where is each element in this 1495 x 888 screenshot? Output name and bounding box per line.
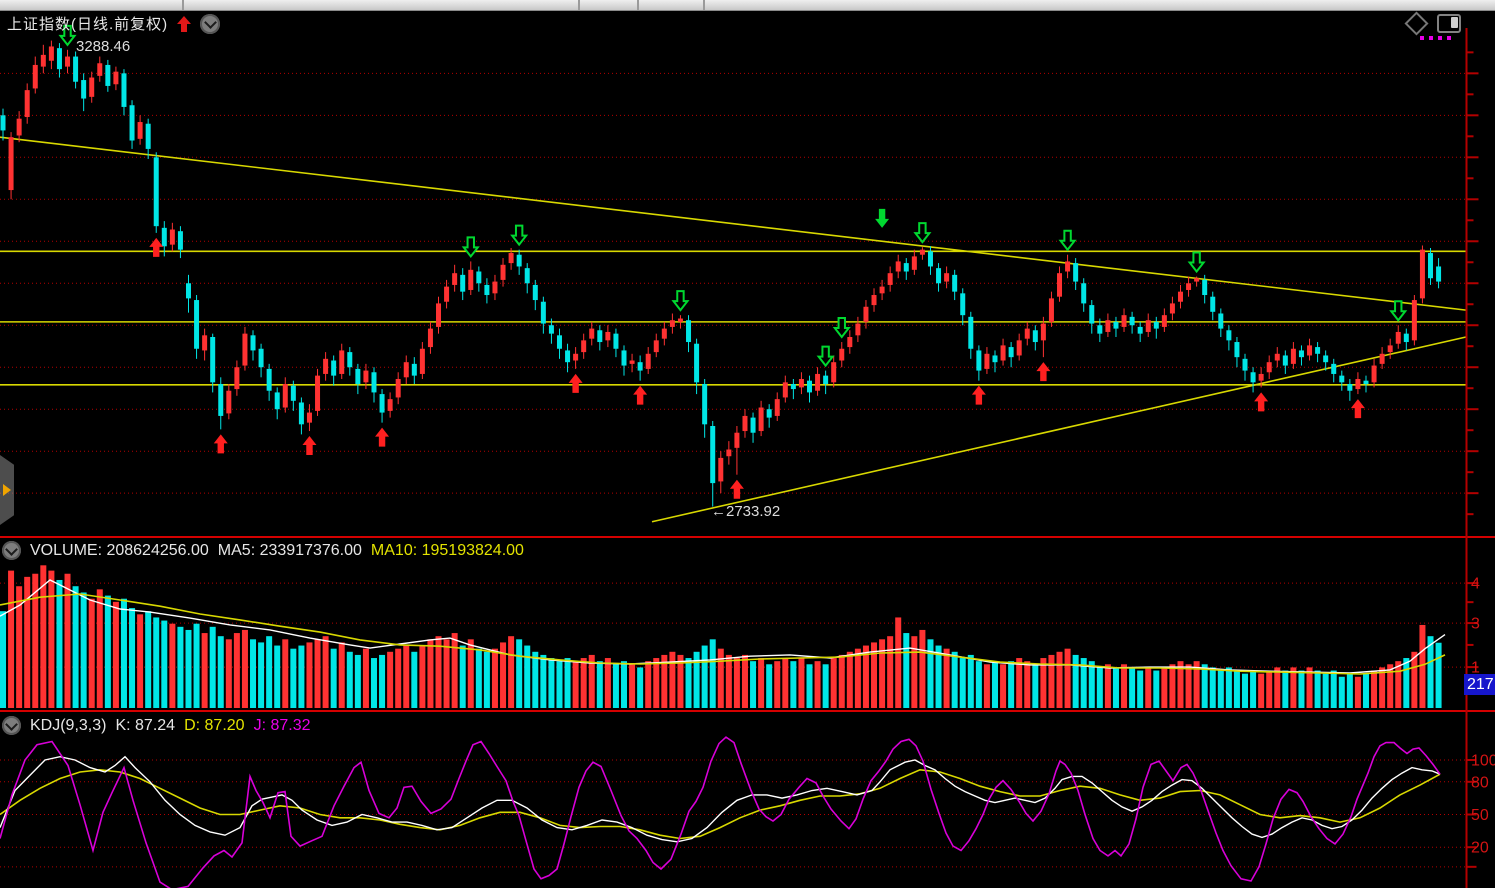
svg-text:50: 50 bbox=[1471, 807, 1489, 824]
collapse-main-pane-button[interactable] bbox=[200, 14, 220, 34]
kdj-k-label: K: 87.24 bbox=[115, 717, 175, 735]
svg-text:80: 80 bbox=[1471, 774, 1489, 791]
page-title: 上证指数(日线.前复权) bbox=[7, 13, 168, 34]
indicator-dots bbox=[1420, 36, 1451, 40]
chevron-down-icon bbox=[5, 543, 18, 556]
chart-canvas[interactable]: 431100805020 bbox=[0, 0, 1495, 888]
high-price-label: 3288.46 bbox=[76, 38, 130, 55]
kdj-pane-header: KDJ(9,3,3) K: 87.24 D: 87.20 J: 87.32 bbox=[2, 716, 311, 735]
kdj-j-label: J: 87.32 bbox=[254, 717, 311, 735]
volume-pane-header: VOLUME: 208624256.00 MA5: 233917376.00 M… bbox=[2, 541, 524, 560]
kdj-d-label: D: 87.20 bbox=[184, 717, 244, 735]
low-price-label: ←2733.92 bbox=[711, 503, 780, 520]
pane-corner-icons bbox=[1408, 14, 1461, 33]
volume-ma10-label: MA10: 195193824.00 bbox=[371, 542, 524, 560]
volume-value-label: VOLUME: 208624256.00 bbox=[30, 542, 209, 560]
chart-app: 431100805020 上证指数(日线.前复权) 3288.46 ←2733.… bbox=[0, 0, 1495, 888]
toolbar-strip[interactable] bbox=[0, 0, 1495, 11]
chevron-down-icon bbox=[204, 16, 217, 29]
kdj-name-label: KDJ(9,3,3) bbox=[30, 717, 106, 735]
chart-title-row: 上证指数(日线.前复权) bbox=[7, 13, 220, 34]
chevron-down-icon bbox=[5, 718, 18, 731]
current-volume-badge: 217 bbox=[1464, 674, 1495, 695]
volume-ma5-label: MA5: 233917376.00 bbox=[218, 542, 362, 560]
up-arrow-icon bbox=[176, 15, 192, 33]
collapse-kdj-pane-button[interactable] bbox=[2, 716, 21, 735]
expand-right-icon bbox=[3, 484, 11, 496]
toolbar-separator bbox=[182, 0, 184, 10]
toolbar-separator bbox=[703, 0, 705, 10]
svg-text:20: 20 bbox=[1471, 840, 1489, 857]
svg-text:3: 3 bbox=[1471, 616, 1480, 633]
collapse-volume-pane-button[interactable] bbox=[2, 541, 21, 560]
toolbar-separator bbox=[578, 0, 580, 10]
svg-text:100: 100 bbox=[1471, 753, 1495, 770]
sidebar-flyout-tab[interactable] bbox=[0, 455, 14, 525]
toolbar-separator bbox=[637, 0, 639, 10]
diamond-icon[interactable] bbox=[1404, 11, 1428, 35]
svg-text:4: 4 bbox=[1471, 576, 1480, 593]
window-toggle-icon[interactable] bbox=[1437, 14, 1461, 33]
